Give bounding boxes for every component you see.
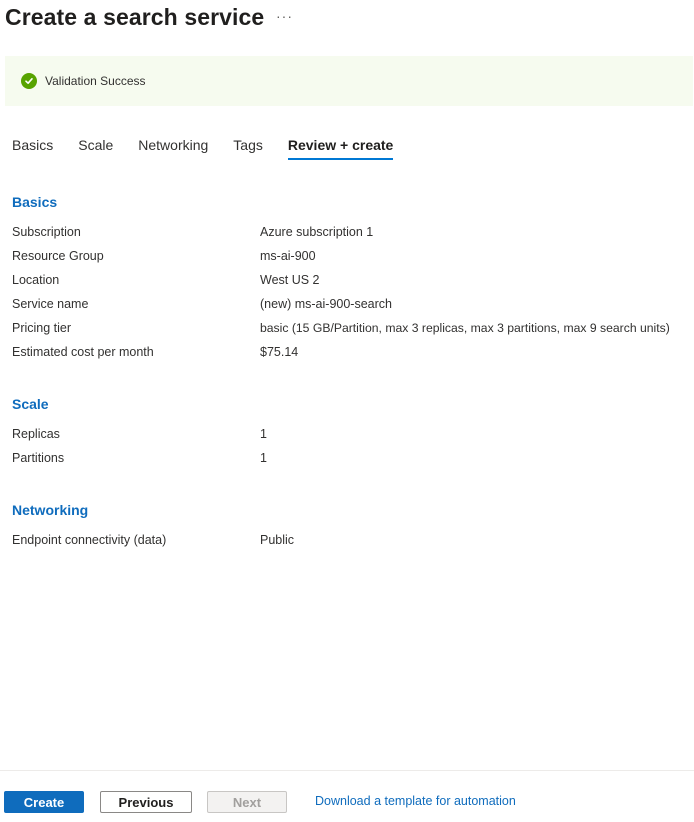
tab-networking[interactable]: Networking (138, 137, 208, 159)
wizard-tabs: Basics Scale Networking Tags Review + cr… (12, 137, 418, 160)
row-label: Subscription (12, 225, 81, 239)
row-label: Partitions (12, 451, 65, 465)
tab-scale[interactable]: Scale (78, 137, 113, 159)
validation-status-text: Validation Success (45, 74, 146, 88)
row-label: Service name (12, 297, 89, 311)
create-search-service-page: Create a search service ··· Validation S… (0, 0, 694, 822)
row-label: Location (12, 273, 60, 287)
check-circle-icon (21, 73, 37, 89)
next-button[interactable]: Next (207, 791, 287, 813)
footer-divider (0, 770, 694, 771)
tab-basics[interactable]: Basics (12, 137, 53, 159)
section-title-basics: Basics (12, 194, 58, 210)
row-label: Pricing tier (12, 321, 72, 335)
tab-review-create[interactable]: Review + create (287, 137, 394, 160)
row-label: Replicas (12, 427, 60, 441)
row-value: 1 (260, 451, 267, 465)
page-title: Create a search service (5, 3, 265, 30)
row-value: Public (260, 533, 295, 547)
row-value: basic (15 GB/Partition, max 3 replicas, … (260, 321, 670, 335)
section-title-networking: Networking (12, 502, 89, 518)
validation-banner: Validation Success (5, 56, 693, 106)
section-title-scale: Scale (12, 396, 49, 412)
download-template-link[interactable]: Download a template for automation (315, 794, 516, 808)
tab-tags[interactable]: Tags (233, 137, 263, 159)
row-value: (new) ms-ai-900-search (260, 297, 392, 311)
row-label: Endpoint connectivity (data) (12, 533, 167, 547)
more-options-button[interactable]: ··· (276, 8, 293, 24)
row-value: 1 (260, 427, 267, 441)
create-button[interactable]: Create (4, 791, 84, 813)
row-value: $75.14 (260, 345, 299, 359)
row-value: ms-ai-900 (260, 249, 316, 263)
row-value: Azure subscription 1 (260, 225, 374, 239)
previous-button[interactable]: Previous (100, 791, 192, 813)
row-label: Estimated cost per month (12, 345, 154, 359)
row-value: West US 2 (260, 273, 320, 287)
row-label: Resource Group (12, 249, 104, 263)
title-row: Create a search service (5, 2, 264, 32)
